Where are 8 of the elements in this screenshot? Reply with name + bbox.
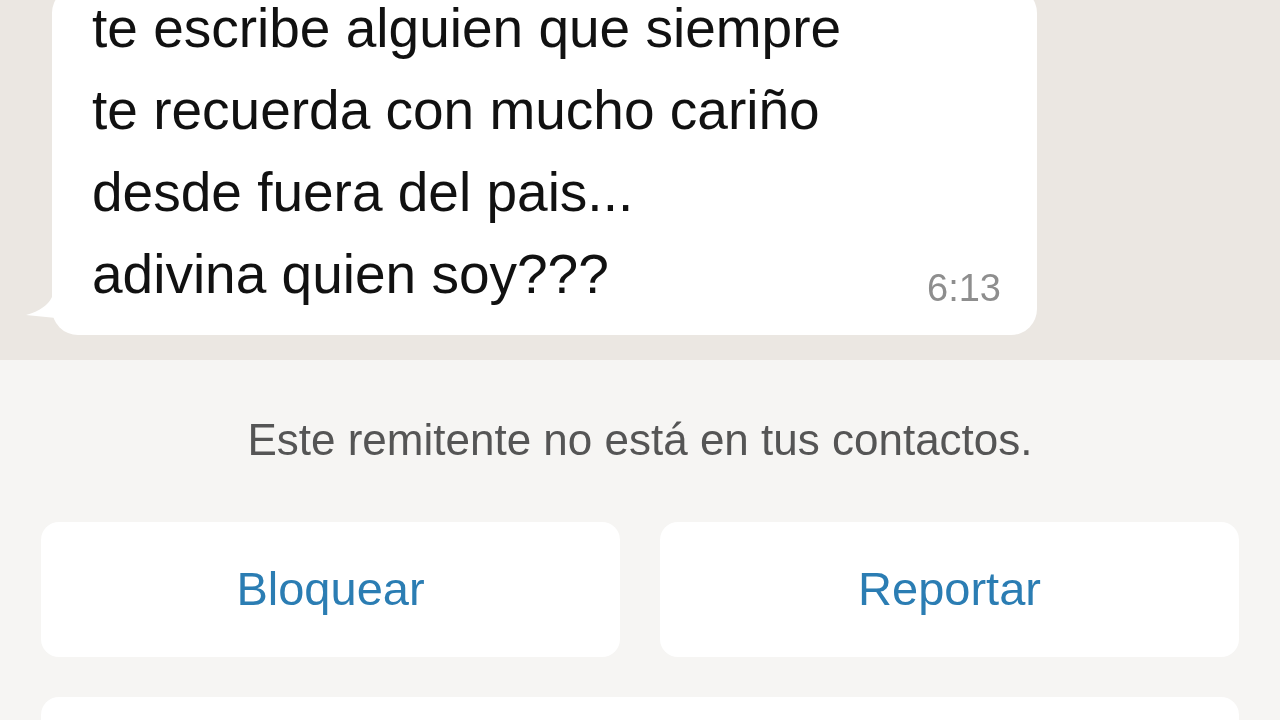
notice-text: Este remitente no está en tus contactos. (247, 418, 1033, 462)
action-button[interactable]: Bloquear (41, 522, 620, 657)
message-text-line: te escribe alguien que siempre (92, 0, 842, 61)
message-text-line: te recuerda con mucho cariño (92, 78, 821, 143)
message-text-line: adivina quien soy??? (92, 242, 610, 307)
message-text-line: desde fuera del pais... (92, 160, 635, 225)
message-time: 6:13 (927, 269, 1001, 307)
action-button[interactable]: Reportar (660, 522, 1239, 657)
